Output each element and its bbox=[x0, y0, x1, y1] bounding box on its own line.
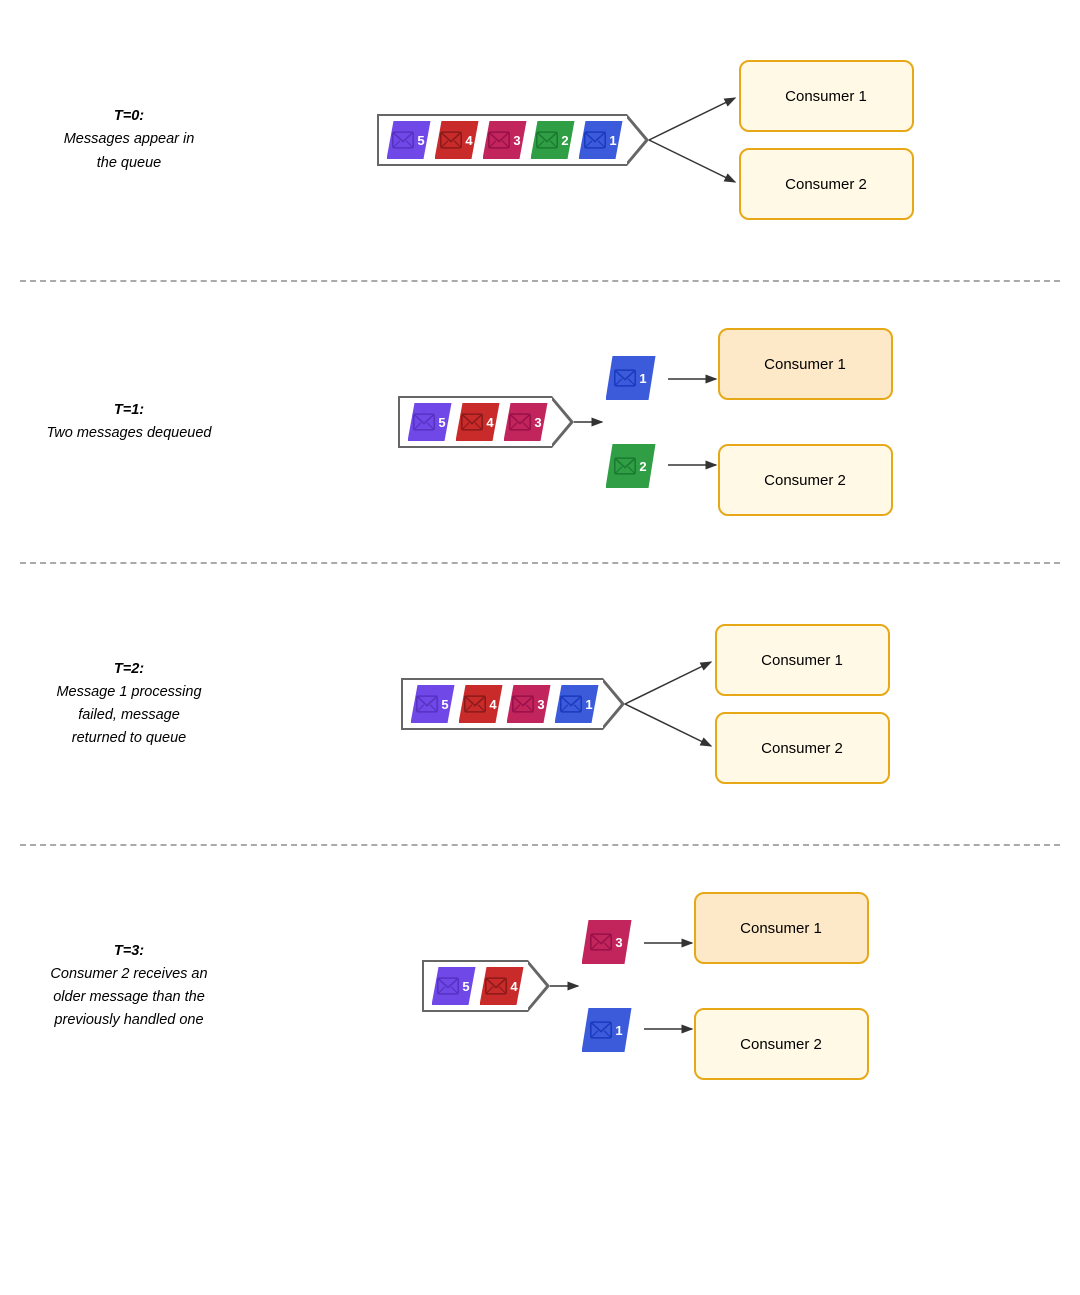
diagram-section-t2: T=2: Message 1 processingfailed, message… bbox=[0, 564, 1080, 844]
diagram-section-t0: T=0: Messages appear inthe queue 5 4 bbox=[0, 0, 1080, 280]
consumer-box: Consumer 1 bbox=[739, 60, 914, 132]
consumer-box: Consumer 1 bbox=[718, 328, 893, 400]
consumer-box: Consumer 2 bbox=[739, 148, 914, 220]
diagram-section-t3: T=3: Consumer 2 receives anolder message… bbox=[0, 846, 1080, 1126]
consumer-box: Consumer 1 bbox=[694, 892, 869, 964]
time-label: T=1: bbox=[24, 399, 234, 422]
section-label-t0: T=0: Messages appear inthe queue bbox=[24, 105, 234, 175]
section-label-t2: T=2: Message 1 processingfailed, message… bbox=[24, 658, 234, 751]
consumer-box: Consumer 2 bbox=[715, 712, 890, 784]
time-label: T=2: bbox=[24, 658, 234, 681]
time-label: T=0: bbox=[24, 105, 234, 128]
time-label: T=3: bbox=[24, 940, 234, 963]
section-label-t3: T=3: Consumer 2 receives anolder message… bbox=[24, 940, 234, 1033]
diagram-section-t1: T=1: Two messages dequeued 5 4 bbox=[0, 282, 1080, 562]
section-label-t1: T=1: Two messages dequeued bbox=[24, 399, 234, 445]
consumer-box: Consumer 2 bbox=[694, 1008, 869, 1080]
consumer-box: Consumer 1 bbox=[715, 624, 890, 696]
consumer-box: Consumer 2 bbox=[718, 444, 893, 516]
